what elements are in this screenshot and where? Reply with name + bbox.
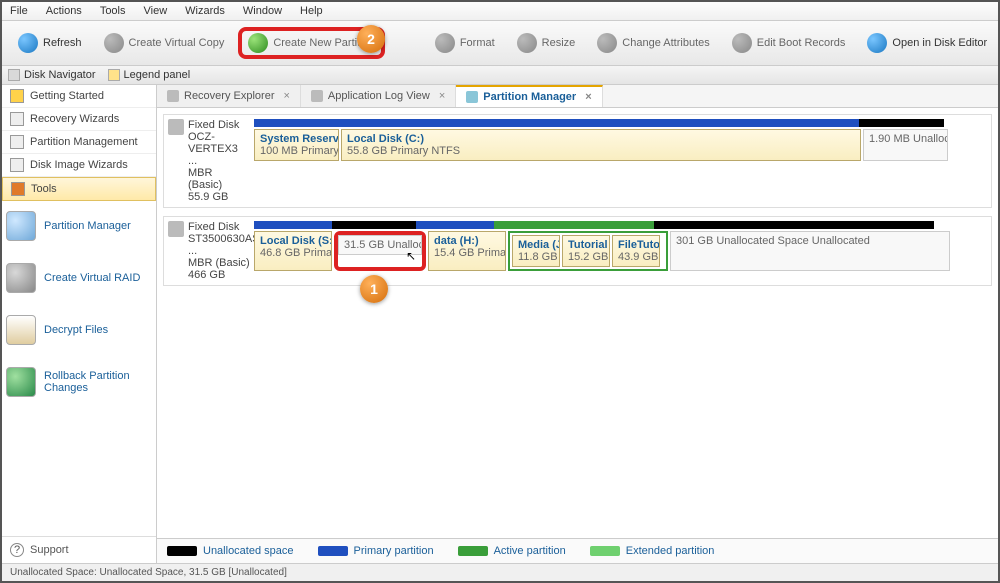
logical-partition[interactable]: FileTutoria43.9 GB Lo — [612, 235, 660, 267]
boot-icon — [732, 33, 752, 53]
tab-bar: Recovery Explorer× Application Log View×… — [157, 85, 998, 108]
help-icon: ? — [10, 543, 24, 557]
sidebar: Getting Started Recovery Wizards Partiti… — [2, 85, 157, 563]
resize-button[interactable]: Resize — [509, 29, 584, 57]
partition[interactable]: Local Disk (C:)55.8 GB Primary NTFS — [341, 129, 861, 161]
tab-partition-manager[interactable]: Partition Manager× — [456, 85, 602, 107]
change-attributes-button[interactable]: Change Attributes — [589, 29, 717, 57]
partition[interactable]: data (H:)15.4 GB Primary NT — [428, 231, 506, 271]
disk-row: Fixed DiskOCZ-VERTEX3 ...MBR (Basic)55.9… — [163, 114, 992, 208]
close-icon[interactable]: × — [585, 91, 591, 103]
tab-application-log[interactable]: Application Log View× — [301, 85, 456, 107]
tool-rollback-partition-changes[interactable]: Rollback Partition Changes — [6, 367, 152, 397]
refresh-icon — [18, 33, 38, 53]
tab-icon — [311, 90, 323, 102]
edit-boot-records-button[interactable]: Edit Boot Records — [724, 29, 854, 57]
refresh-button[interactable]: Refresh — [10, 29, 90, 57]
status-bar: Unallocated Space: Unallocated Space, 31… — [2, 563, 998, 581]
unallocated-space[interactable]: 1.90 MB Unallocated — [863, 129, 948, 161]
disk-icon — [168, 119, 184, 135]
disk-info: Fixed DiskOCZ-VERTEX3 ...MBR (Basic)55.9… — [168, 119, 248, 203]
disk-icon — [168, 221, 184, 237]
tab-icon — [167, 90, 179, 102]
sidebar-getting-started[interactable]: Getting Started — [2, 85, 156, 108]
tools-icon — [11, 182, 25, 196]
menu-wizards[interactable]: Wizards — [185, 5, 225, 17]
disk-info: Fixed DiskST3500630AS ...MBR (Basic)466 … — [168, 221, 248, 281]
tab-icon — [466, 91, 478, 103]
close-icon[interactable]: × — [283, 90, 289, 102]
open-disk-editor-button[interactable]: Open in Disk Editor — [859, 29, 995, 57]
sidebar-disk-image-wizards[interactable]: Disk Image Wizards — [2, 154, 156, 177]
legend-icon — [108, 69, 120, 81]
toolbar: Refresh Create Virtual Copy Create New P… — [2, 21, 998, 66]
menu-view[interactable]: View — [144, 5, 168, 17]
editor-icon — [867, 33, 887, 53]
sidebar-partition-management[interactable]: Partition Management — [2, 131, 156, 154]
legend-active: Active partition — [458, 545, 566, 557]
format-icon — [435, 33, 455, 53]
panel-bar: Disk Navigator Legend panel — [2, 66, 998, 85]
menu-actions[interactable]: Actions — [46, 5, 82, 17]
disk-row: Fixed DiskST3500630AS ...MBR (Basic)466 … — [163, 216, 992, 286]
disk-icon — [104, 33, 124, 53]
tool-create-virtual-raid[interactable]: Create Virtual RAID — [6, 263, 152, 293]
lock-icon — [6, 315, 36, 345]
partition-add-icon — [248, 33, 268, 53]
legend-primary: Primary partition — [318, 545, 434, 557]
menu-tools[interactable]: Tools — [100, 5, 126, 17]
logical-partition[interactable]: Tutorial 215.2 GB Lo — [562, 235, 610, 267]
extended-partition[interactable]: Media (J:)11.8 GB LoTutorial 215.2 GB Lo… — [508, 231, 668, 271]
legend-unallocated: Unallocated space — [167, 545, 294, 557]
partition-icon — [10, 135, 24, 149]
logical-partition[interactable]: Media (J:)11.8 GB Lo — [512, 235, 560, 267]
highlighted-unallocated[interactable]: 31.5 GB Unallocated↖ — [334, 231, 426, 271]
disk-area: Fixed DiskOCZ-VERTEX3 ...MBR (Basic)55.9… — [157, 108, 998, 538]
legend: Unallocated space Primary partition Acti… — [157, 538, 998, 563]
unallocated-space[interactable]: 301 GB Unallocated Space Unallocated — [670, 231, 950, 271]
disk-navigator-toggle[interactable]: Disk Navigator — [8, 69, 96, 81]
format-button[interactable]: Format — [427, 29, 503, 57]
sidebar-support[interactable]: ?Support — [2, 536, 156, 563]
tab-recovery-explorer[interactable]: Recovery Explorer× — [157, 85, 301, 107]
legend-extended: Extended partition — [590, 545, 715, 557]
legend-panel-toggle[interactable]: Legend panel — [108, 69, 191, 81]
menu-file[interactable]: File — [10, 5, 28, 17]
attributes-icon — [597, 33, 617, 53]
sidebar-tools[interactable]: Tools — [2, 177, 156, 201]
star-icon — [10, 89, 24, 103]
partition[interactable]: Local Disk (S:)46.8 GB Primary Un — [254, 231, 332, 271]
panel-icon — [8, 69, 20, 81]
menu-help[interactable]: Help — [300, 5, 323, 17]
close-icon[interactable]: × — [439, 90, 445, 102]
annotation-badge-1: 1 — [360, 275, 388, 303]
tool-decrypt-files[interactable]: Decrypt Files — [6, 315, 152, 345]
partition[interactable]: System Reserved100 MB Primary NTFS — [254, 129, 339, 161]
annotation-badge-2: 2 — [357, 25, 385, 53]
resize-icon — [517, 33, 537, 53]
create-virtual-copy-button[interactable]: Create Virtual Copy — [96, 29, 233, 57]
tool-partition-manager[interactable]: Partition Manager — [6, 211, 152, 241]
wizard-icon — [10, 112, 24, 126]
menu-window[interactable]: Window — [243, 5, 282, 17]
menubar: File Actions Tools View Wizards Window H… — [2, 2, 998, 21]
raid-icon — [6, 263, 36, 293]
rollback-icon — [6, 367, 36, 397]
image-icon — [10, 158, 24, 172]
cursor-icon: ↖ — [406, 249, 416, 263]
sidebar-recovery-wizards[interactable]: Recovery Wizards — [2, 108, 156, 131]
pie-icon — [6, 211, 36, 241]
